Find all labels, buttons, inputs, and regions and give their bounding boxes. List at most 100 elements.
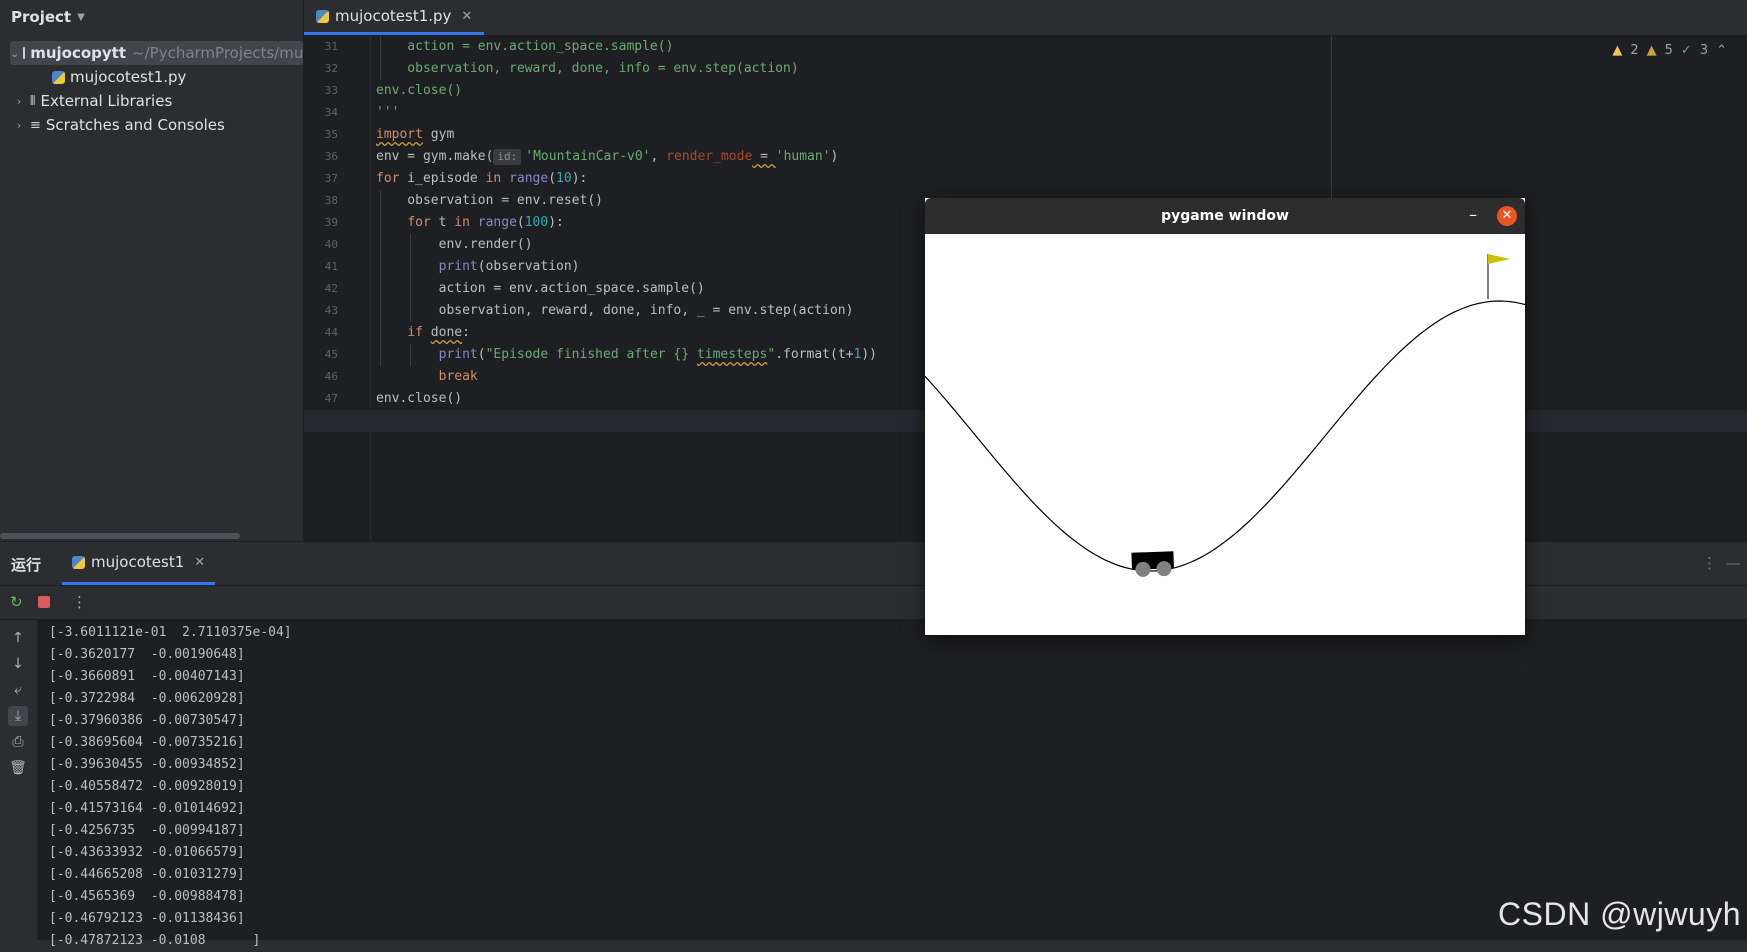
chevron-right-icon[interactable]: › xyxy=(12,119,26,132)
code-token: import xyxy=(376,127,423,142)
console-line: [-0.3660891 -0.00407143] xyxy=(49,669,245,684)
line-number: 46 xyxy=(324,370,338,383)
chevron-down-icon[interactable]: ⌄ xyxy=(10,47,19,60)
line-number: 42 xyxy=(324,282,338,295)
code-token: "Episode finished after {} xyxy=(485,347,697,362)
code-token: (observation) xyxy=(477,259,580,274)
more-options-icon[interactable]: ⋮ xyxy=(1702,554,1717,572)
project-path: ~/PycharmProjects/mu xyxy=(132,44,303,62)
code-token: i_episode xyxy=(399,171,486,186)
code-token: 'MountainCar-v0' xyxy=(525,149,651,164)
line-number: 40 xyxy=(324,238,338,251)
pygame-titlebar[interactable]: pygame window – ✕ xyxy=(925,198,1525,234)
arrow-up-icon[interactable]: ↑ xyxy=(8,628,28,648)
python-file-icon xyxy=(72,555,85,569)
chevron-down-icon[interactable]: ▼ xyxy=(77,12,85,23)
code-line: observation, reward, done, info, _ = env… xyxy=(376,303,854,318)
tab-mujocotest1[interactable]: mujocotest1.py ✕ xyxy=(304,0,485,35)
console-line: [-0.46792123 -0.01138436] xyxy=(49,911,245,926)
code-token: ( xyxy=(548,171,557,186)
code-token: for xyxy=(407,215,431,230)
line-number: 36 xyxy=(324,150,338,163)
rerun-icon[interactable]: ↻ xyxy=(10,593,23,611)
code-line: print(observation) xyxy=(376,256,580,278)
code-token: in xyxy=(454,215,470,230)
code-token: render_mode xyxy=(666,149,753,164)
watermark: CSDN @wjwuyh xyxy=(1498,896,1741,932)
tab-run-config[interactable]: mujocotest1 ✕ xyxy=(62,542,216,585)
chevron-right-icon[interactable]: › xyxy=(12,95,26,108)
scratches-icon: ≡ xyxy=(30,117,41,133)
code-token: .format(t+ xyxy=(775,347,854,362)
code-token: : xyxy=(462,325,470,340)
code-token: range xyxy=(509,171,549,186)
tree-item-external-libraries[interactable]: › ⫴ External Libraries xyxy=(0,89,315,113)
scroll-to-end-icon[interactable]: ⤓ xyxy=(8,706,28,726)
code-token: ): xyxy=(571,171,588,186)
console-line: [-0.43633932 -0.01066579] xyxy=(49,845,245,860)
arrow-down-icon[interactable]: ↓ xyxy=(8,654,28,674)
run-tab-label: mujocotest1 xyxy=(91,553,185,571)
line-number: 47 xyxy=(324,392,338,405)
console-line: [-0.37960386 -0.00730547] xyxy=(49,713,245,728)
code-line: import gym xyxy=(376,124,454,146)
code-token: env = gym.make( xyxy=(376,149,494,164)
more-actions-icon[interactable]: ⋮ xyxy=(72,593,87,611)
minimize-button[interactable]: – xyxy=(1469,205,1477,225)
run-panel-title: 运行 xyxy=(11,556,42,574)
horizontal-scrollbar[interactable] xyxy=(0,533,240,539)
library-icon: ⫴ xyxy=(30,93,36,109)
console-line: [-0.41573164 -0.01014692] xyxy=(49,801,245,816)
soft-wrap-icon[interactable]: ⤶ xyxy=(8,680,28,700)
code-token: range xyxy=(477,215,517,230)
close-tab-icon[interactable]: ✕ xyxy=(461,9,472,24)
code-line: env.close() xyxy=(376,391,463,406)
line-number: 41 xyxy=(324,260,338,273)
trash-icon[interactable]: 🗑 xyxy=(8,758,28,778)
python-file-icon xyxy=(316,9,329,23)
code-line: print("Episode finished after {} timeste… xyxy=(376,344,877,366)
code-token: 'human' xyxy=(775,149,831,164)
line-number: 45 xyxy=(324,348,338,361)
pygame-window[interactable]: pygame window – ✕ xyxy=(925,198,1525,635)
close-tab-icon[interactable]: ✕ xyxy=(194,555,205,570)
line-number-gutter: 313233343536373839404142434445464748 xyxy=(304,36,371,541)
mountain-car-canvas xyxy=(925,254,1525,577)
console-line: [-3.6011121e-01 2.7110375e-04] xyxy=(49,625,292,640)
project-panel-header[interactable]: Project ▼ xyxy=(0,0,303,34)
code-token: print xyxy=(438,259,478,274)
code-token: ( xyxy=(477,347,486,362)
code-token: print xyxy=(438,347,478,362)
tab-label: mujocotest1.py xyxy=(335,7,452,25)
minimize-icon[interactable]: — xyxy=(1726,554,1741,572)
close-button[interactable]: ✕ xyxy=(1497,206,1517,226)
line-number: 35 xyxy=(324,128,338,141)
console-line: [-0.4256735 -0.00994187] xyxy=(49,823,245,838)
line-number: 43 xyxy=(324,304,338,317)
code-token: for xyxy=(376,171,400,186)
code-token: ( xyxy=(516,215,525,230)
line-number: 37 xyxy=(324,172,338,185)
code-token: break xyxy=(438,369,478,384)
print-icon[interactable]: ⎙ xyxy=(8,732,28,752)
console-output[interactable]: [-3.6011121e-01 2.7110375e-04] [-0.362017… xyxy=(37,620,1747,948)
project-panel-title[interactable]: Project xyxy=(11,8,71,26)
code-line: if done: xyxy=(376,322,470,344)
console-line: [-0.3722984 -0.00620928] xyxy=(49,691,245,706)
tree-item-scratches[interactable]: › ≡ Scratches and Consoles xyxy=(0,113,315,137)
tree-item-file[interactable]: mujocotest1.py xyxy=(0,65,351,89)
folder-icon xyxy=(23,47,26,59)
stop-icon[interactable] xyxy=(38,596,50,608)
code-token: ): xyxy=(548,215,564,230)
python-file-icon xyxy=(52,70,65,84)
editor-tabbar: mujocotest1.py ✕ xyxy=(304,0,1747,36)
tree-item-project-root[interactable]: ⌄ mujocopytt ~/PycharmProjects/mu xyxy=(10,41,303,65)
line-number: 32 xyxy=(324,62,338,75)
